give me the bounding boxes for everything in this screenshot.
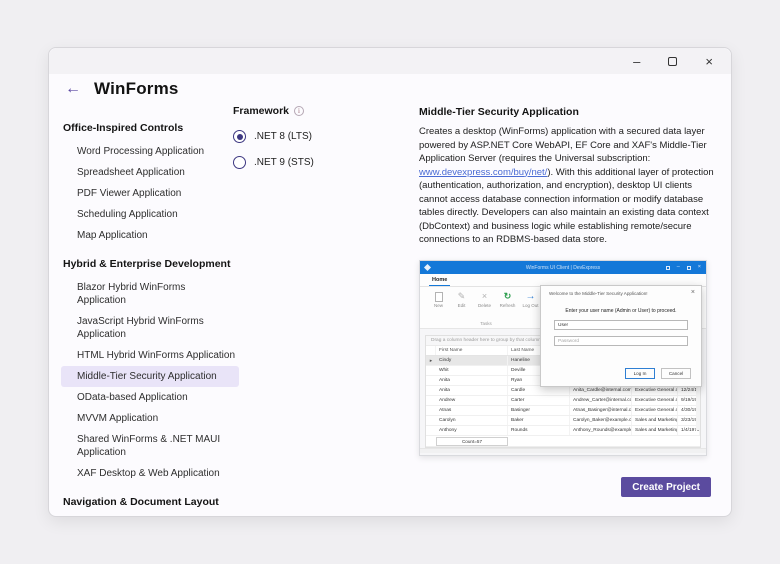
- framework-section: Framework i .NET 8 (LTS) .NET 9 (STS): [233, 105, 314, 169]
- sidebar-item-blazor-hybrid[interactable]: Blazor Hybrid WinForms Application: [61, 277, 239, 311]
- preview-tab-home: Home: [429, 277, 450, 286]
- grid-row-3: Anita Cardle Anita_Cardle@internal.com E…: [426, 386, 700, 396]
- sidebar-item-word-processing[interactable]: Word Processing Application: [61, 141, 239, 162]
- minimize-icon[interactable]: –: [633, 55, 640, 68]
- sidebar-group-hybrid: Hybrid & Enterprise Development: [61, 251, 239, 277]
- username-field: User: [554, 320, 688, 330]
- radio-net9-control[interactable]: [233, 156, 246, 169]
- sidebar-item-shared-maui[interactable]: Shared WinForms & .NET MAUI Application: [61, 429, 239, 463]
- sidebar-group-office: Office-Inspired Controls: [61, 115, 239, 141]
- info-icon[interactable]: i: [294, 106, 304, 116]
- page-header: ← WinForms: [65, 79, 179, 99]
- sidebar-item-javascript-hybrid[interactable]: JavaScript Hybrid WinForms Application: [61, 311, 239, 345]
- template-sidebar: Office-Inspired Controls Word Processing…: [61, 110, 239, 515]
- description-part1: Creates a desktop (WinForms) application…: [419, 126, 707, 164]
- back-icon[interactable]: ←: [65, 81, 81, 97]
- preview-app-title: WinForms UI Client | DevExpress: [420, 265, 706, 271]
- sidebar-group-navigation: Navigation & Document Layout: [61, 489, 239, 515]
- maximize-icon[interactable]: [668, 57, 677, 66]
- sidebar-item-scheduling[interactable]: Scheduling Application: [61, 204, 239, 225]
- delete-x-icon: ×: [482, 292, 487, 301]
- create-project-button[interactable]: Create Project: [621, 477, 711, 497]
- grid-summary-row: Count=57: [426, 436, 700, 447]
- preview-titlebar: WinForms UI Client | DevExpress – ×: [420, 261, 706, 274]
- framework-label: Framework: [233, 105, 289, 117]
- sidebar-item-spreadsheet[interactable]: Spreadsheet Application: [61, 162, 239, 183]
- new-document-icon: [435, 292, 443, 302]
- edit-pencil-icon: ✎: [458, 292, 466, 301]
- preview-minimize-icon: –: [677, 265, 680, 271]
- login-dialog-title: Welcome to the Middle-Tier Security Appl…: [541, 286, 701, 296]
- buy-link[interactable]: www.devexpress.com/buy/net/: [419, 167, 547, 178]
- template-preview-image: WinForms UI Client | DevExpress – × Home…: [419, 260, 707, 456]
- radio-net9-label: .NET 9 (STS): [254, 157, 314, 168]
- password-field: Password: [554, 336, 688, 346]
- radio-net8[interactable]: .NET 8 (LTS): [233, 130, 314, 143]
- grid-row-7: Anthony Rounds Anthony_Rounds@example...…: [426, 426, 700, 436]
- template-dialog-window: – × ← WinForms Office-Inspired Controls …: [48, 47, 732, 517]
- radio-net8-control[interactable]: [233, 130, 246, 143]
- preview-status-bar: [420, 448, 706, 453]
- page-title: WinForms: [94, 79, 179, 99]
- sidebar-item-html-hybrid[interactable]: HTML Hybrid WinForms Application: [61, 345, 239, 366]
- row-indicator-icon: ▸: [426, 358, 436, 364]
- details-title: Middle-Tier Security Application: [419, 106, 717, 118]
- grid-row-5: Atnas Basinger Atnas_Basinger@internal.c…: [426, 406, 700, 416]
- cancel-button: Cancel: [661, 368, 691, 379]
- description-part2: ). With this additional layer of protect…: [419, 167, 714, 246]
- sidebar-item-xaf[interactable]: XAF Desktop & Web Application: [61, 463, 239, 484]
- login-button: Log In: [625, 368, 655, 379]
- close-icon[interactable]: ×: [705, 55, 713, 68]
- preview-maximize-icon: [687, 266, 691, 270]
- refresh-icon: ↻: [504, 292, 512, 301]
- dialog-close-icon: ×: [691, 289, 695, 296]
- grid-row-4: Andrew Carter Andrew_Carter@internal.com…: [426, 396, 700, 406]
- logout-arrow-icon: →: [526, 292, 536, 302]
- grid-row-6: Carolyn Baker Carolyn_Baker@example.com …: [426, 416, 700, 426]
- ribbon-group-tasks-label: Tasks: [430, 321, 542, 326]
- template-details: Middle-Tier Security Application Creates…: [419, 106, 717, 247]
- preview-close-icon: ×: [698, 265, 701, 271]
- login-dialog: Welcome to the Middle-Tier Security Appl…: [540, 285, 702, 387]
- radio-net9[interactable]: .NET 9 (STS): [233, 156, 314, 169]
- window-titlebar: – ×: [49, 48, 731, 74]
- sidebar-item-pdf-viewer[interactable]: PDF Viewer Application: [61, 183, 239, 204]
- sidebar-item-map[interactable]: Map Application: [61, 225, 239, 246]
- details-description: Creates a desktop (WinForms) application…: [419, 125, 717, 247]
- radio-net8-label: .NET 8 (LTS): [254, 131, 312, 142]
- sidebar-item-odata[interactable]: OData-based Application: [61, 387, 239, 408]
- sidebar-item-mvvm[interactable]: MVVM Application: [61, 408, 239, 429]
- grid-col-first-name: First Name: [436, 346, 508, 355]
- login-dialog-message: Enter your user name (Admin or User) to …: [541, 308, 701, 314]
- sidebar-item-middle-tier-security[interactable]: Middle-Tier Security Application: [61, 366, 239, 387]
- grid-count-label: Count=57: [436, 437, 508, 446]
- preview-settings-icon: [666, 266, 670, 270]
